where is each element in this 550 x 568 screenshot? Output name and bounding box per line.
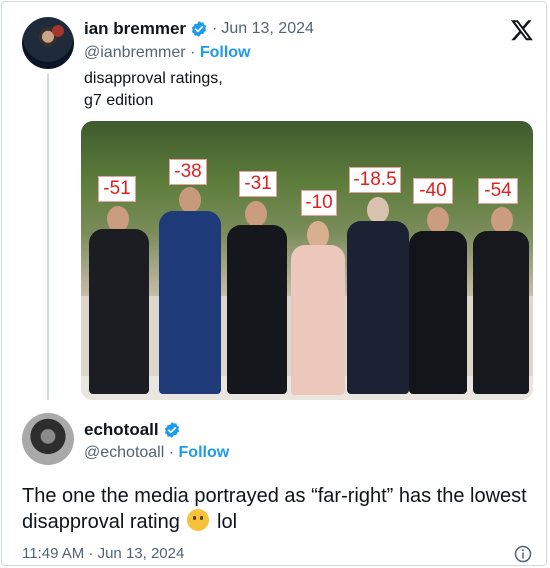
follow-button[interactable]: Follow — [179, 444, 230, 461]
embedded-tweet-card: ian bremmer · Jun 13, 2024 @ianbremmer ·… — [1, 1, 547, 566]
thread-connector-line — [47, 74, 49, 400]
avatar[interactable] — [22, 17, 74, 69]
reply-author-handle[interactable]: @echotoall — [84, 444, 164, 461]
disapproval-label: -38 — [169, 159, 207, 185]
disapproval-label: -10 — [301, 190, 337, 216]
disapproval-label: -40 — [413, 178, 453, 204]
reply-handle-row: @echotoall · Follow — [84, 444, 229, 462]
tweet-timestamp[interactable]: 11:49 AM · Jun 13, 2024 — [22, 545, 184, 562]
photo-figure — [159, 211, 221, 394]
author-name[interactable]: ian bremmer — [84, 19, 186, 39]
photo-figure-head — [245, 201, 267, 227]
photo-figure — [347, 221, 409, 394]
follow-button[interactable]: Follow — [200, 44, 251, 61]
disapproval-label: -18.5 — [349, 167, 401, 193]
reply-author-name[interactable]: echotoall — [84, 420, 159, 440]
photo-figure — [291, 245, 345, 395]
separator-dot: · — [168, 444, 179, 461]
photo-figure-head — [179, 187, 201, 213]
disapproval-label: -51 — [98, 176, 136, 202]
tweet-photo[interactable]: -51 -38 -31 -10 -18.5 -40 -54 — [81, 121, 533, 400]
disapproval-label: -31 — [239, 171, 277, 197]
verified-badge-icon — [164, 422, 179, 438]
avatar[interactable] — [22, 413, 74, 465]
tweet-date[interactable]: Jun 13, 2024 — [221, 20, 314, 38]
reply-text-main: The one the media portrayed as “far-righ… — [22, 485, 527, 533]
tweet-text: disapproval ratings, g7 edition — [84, 68, 223, 112]
author-handle[interactable]: @ianbremmer — [84, 44, 186, 61]
photo-figure — [473, 231, 529, 394]
author-row: ian bremmer · Jun 13, 2024 — [84, 19, 314, 39]
photo-figure — [409, 231, 467, 394]
separator-dot: · — [212, 20, 218, 37]
reply-text: The one the media portrayed as “far-righ… — [22, 483, 532, 535]
thinking-face-emoji-icon — [187, 509, 210, 531]
photo-figure-head — [367, 197, 389, 223]
reply-author-row: echotoall — [84, 420, 181, 440]
disapproval-label: -54 — [478, 178, 518, 204]
photo-figure-head — [427, 207, 449, 233]
tweet-text-line: g7 edition — [84, 92, 154, 109]
x-logo-icon[interactable] — [510, 18, 534, 42]
tweet-text-line: disapproval ratings, — [84, 70, 223, 87]
handle-row: @ianbremmer · Follow — [84, 44, 251, 62]
photo-figure-head — [491, 207, 513, 233]
separator-dot: · — [190, 44, 200, 61]
verified-badge-icon — [191, 21, 207, 37]
photo-figure — [227, 225, 287, 394]
info-icon[interactable] — [514, 545, 532, 563]
reply-text-suffix: lol — [217, 511, 238, 533]
photo-figure — [89, 229, 149, 394]
